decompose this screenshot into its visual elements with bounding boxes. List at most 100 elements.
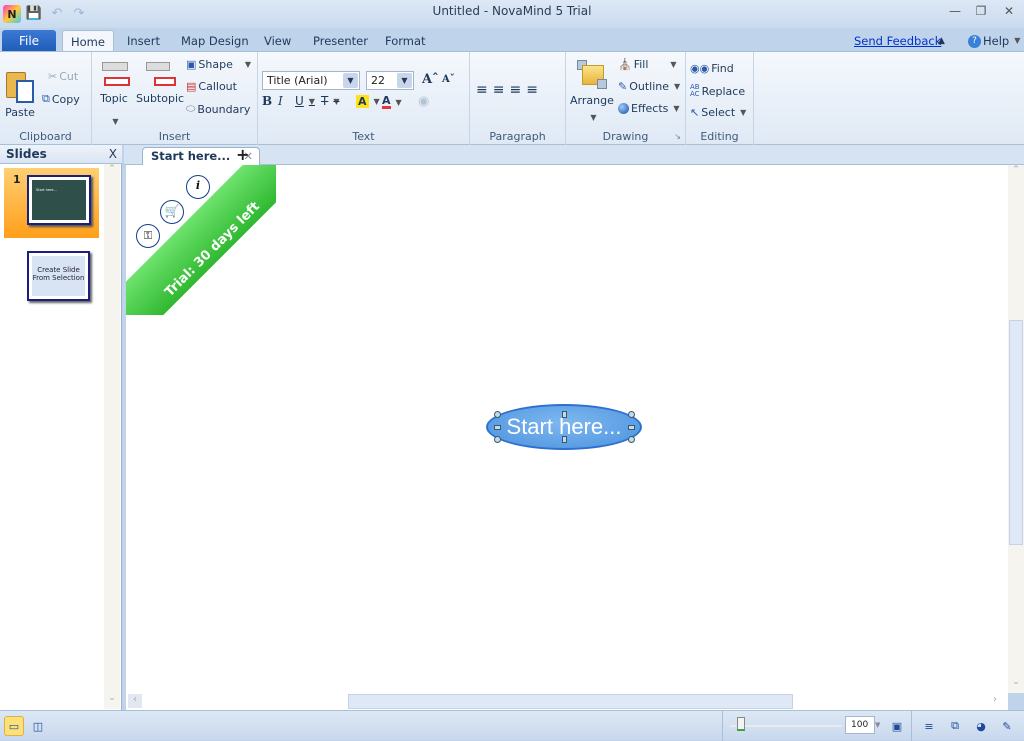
resize-handle[interactable]: [494, 411, 501, 418]
document-tab-bar: Start here... ✕ +: [124, 145, 1024, 165]
overview-icon[interactable]: ⧉: [945, 716, 965, 736]
notes-icon[interactable]: ✎: [997, 716, 1017, 736]
tab-home[interactable]: Home: [62, 30, 114, 52]
scroll-up-icon[interactable]: ⌃: [104, 164, 120, 180]
drawing-group-label: Drawing: [602, 130, 649, 143]
scroll-up-icon[interactable]: ⌃: [1008, 165, 1024, 181]
tab-map-design[interactable]: Map Design: [173, 30, 257, 52]
horizontal-scroll-thumb[interactable]: [348, 694, 793, 709]
redo-icon[interactable]: ↷: [70, 4, 88, 22]
close-slides-pane-button[interactable]: X: [109, 145, 117, 164]
effects-button[interactable]: Effects ▼: [618, 102, 680, 115]
help-label: Help: [983, 34, 1010, 48]
align-left-icon[interactable]: ≡: [476, 82, 491, 98]
map-canvas[interactable]: Trial: 30 days left i 🛒 ⚿ Start here...: [126, 165, 1008, 693]
outline-view-icon[interactable]: ≡: [919, 716, 939, 736]
zoom-input[interactable]: 100: [845, 716, 875, 734]
slide-number: 1: [13, 173, 21, 186]
fit-to-window-icon[interactable]: ▣: [887, 716, 907, 736]
resize-handle[interactable]: [494, 425, 501, 430]
boundary-icon: ⬭: [186, 102, 196, 115]
slides-vertical-scrollbar[interactable]: ⌃ ⌄: [104, 164, 120, 709]
vertical-scroll-thumb[interactable]: [1009, 320, 1023, 545]
cut-button[interactable]: ✂ Cut: [48, 70, 78, 83]
arrange-button[interactable]: Arrange ▼: [570, 58, 614, 122]
boundary-button[interactable]: ⬭ Boundary: [186, 102, 250, 116]
tab-presenter[interactable]: Presenter: [305, 30, 376, 52]
resize-handle[interactable]: [628, 411, 635, 418]
bold-button[interactable]: B: [262, 94, 272, 108]
grow-font-button[interactable]: Aˆ: [422, 72, 439, 87]
find-button[interactable]: ◉◉ Find: [690, 62, 734, 75]
scroll-down-icon[interactable]: ⌄: [104, 693, 120, 709]
shape-button[interactable]: ▣ Shape ▼: [186, 58, 251, 71]
undo-icon[interactable]: ↶: [48, 4, 66, 22]
resize-handle[interactable]: [562, 411, 567, 418]
zoom-slider-thumb[interactable]: [737, 717, 745, 731]
highlight-button[interactable]: A ▼: [356, 95, 380, 108]
save-icon[interactable]: 💾: [25, 4, 43, 22]
restore-button[interactable]: ❐: [970, 4, 992, 22]
callout-icon: ▤: [186, 80, 197, 93]
replace-button[interactable]: AB AC Replace: [690, 84, 745, 98]
outline-button[interactable]: ✎ Outline ▼: [618, 80, 680, 93]
font-color-button[interactable]: A ▼: [382, 95, 402, 109]
subtopic-button[interactable]: Subtopic: [136, 60, 184, 105]
tab-insert[interactable]: Insert: [119, 30, 168, 52]
resize-handle[interactable]: [562, 436, 567, 443]
resize-handle[interactable]: [628, 436, 635, 443]
shrink-font-button[interactable]: Aˇ: [442, 74, 455, 85]
scroll-right-icon[interactable]: ›: [988, 694, 1002, 708]
tab-view[interactable]: View: [256, 30, 299, 52]
chevron-down-icon: ▼: [244, 60, 252, 69]
scroll-down-icon[interactable]: ⌄: [1008, 677, 1024, 693]
font-size-select[interactable]: 22 ▼: [366, 71, 414, 90]
align-justify-icon[interactable]: ≡: [526, 82, 541, 98]
add-tab-button[interactable]: +: [236, 145, 249, 164]
underline-button[interactable]: U ▼: [295, 94, 315, 108]
slide-item[interactable]: 1 Start here...: [4, 168, 99, 238]
topic-button[interactable]: Topic ▼: [98, 60, 130, 126]
arrange-icon: [575, 58, 609, 92]
minimize-button[interactable]: —: [944, 4, 966, 22]
resize-handle[interactable]: [628, 425, 635, 430]
cart-icon[interactable]: 🛒: [160, 200, 184, 224]
chevron-down-icon: ▼: [740, 108, 747, 117]
paragraph-group-label: Paragraph: [489, 130, 546, 143]
subtopic-icon: [144, 60, 177, 90]
app-logo-icon[interactable]: N: [3, 5, 21, 23]
normal-view-icon[interactable]: ▭: [4, 716, 24, 736]
canvas-horizontal-scrollbar[interactable]: ‹ ›: [126, 693, 1008, 710]
tab-format[interactable]: Format: [377, 30, 434, 52]
italic-button[interactable]: I: [278, 94, 283, 108]
create-slide-from-selection-button[interactable]: Create Slide From Selection: [27, 251, 90, 301]
help-button[interactable]: ? Help ▼: [960, 30, 1024, 52]
zoom-slider-track[interactable]: [730, 725, 842, 727]
close-window-button[interactable]: ✕: [998, 4, 1020, 22]
strikethrough-button[interactable]: T ▼: [321, 94, 340, 108]
scroll-left-icon[interactable]: ‹: [128, 694, 142, 708]
align-center-icon[interactable]: ≡: [493, 82, 508, 98]
text-effects-icon[interactable]: ◉: [418, 94, 429, 109]
copy-button[interactable]: ⧉ Copy: [42, 92, 80, 106]
insert-group: Topic ▼ Subtopic ▣ Shape ▼ ▤ Callout ⬭ Bound…: [92, 52, 258, 145]
fill-button[interactable]: ⛪ Fill ▼: [618, 58, 677, 71]
callout-button[interactable]: ▤ Callout: [186, 80, 237, 93]
canvas-vertical-scrollbar[interactable]: ⌃ ⌄: [1008, 165, 1024, 693]
presentation-view-icon[interactable]: ◫: [28, 716, 48, 736]
paste-button[interactable]: Paste: [4, 70, 36, 119]
collapse-ribbon-icon[interactable]: ▲: [930, 30, 953, 52]
chevron-down-icon: ▼: [1014, 36, 1021, 45]
text-group-label: Text: [352, 130, 375, 143]
info-icon[interactable]: i: [186, 175, 210, 199]
zoom-dropdown-icon[interactable]: ▼: [875, 716, 883, 734]
scissors-icon: ✂: [48, 70, 58, 83]
align-right-icon[interactable]: ≡: [509, 82, 524, 98]
font-family-select[interactable]: Title (Arial) ▼: [262, 71, 360, 90]
select-button[interactable]: ↖ Select ▼: [690, 106, 746, 119]
key-icon[interactable]: ⚿: [136, 224, 160, 248]
shape-icon: ▣: [186, 58, 197, 71]
dialog-launcher-icon[interactable]: ↘: [674, 132, 681, 141]
resize-handle[interactable]: [494, 436, 501, 443]
pie-chart-icon[interactable]: ◕: [971, 716, 991, 736]
